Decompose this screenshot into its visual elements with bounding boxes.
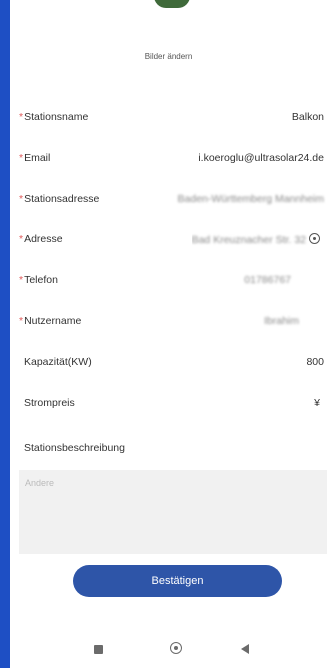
system-nav-bar	[10, 642, 327, 662]
label-text: Stationsadresse	[24, 193, 100, 205]
field-label: Kapazität(KW)	[24, 356, 92, 368]
field-label: *Stationsname	[19, 111, 88, 123]
station-picture[interactable]	[146, 0, 198, 22]
location-icon[interactable]	[309, 232, 320, 244]
field-adresse[interactable]: *Adresse Bad Kreuznacher Str. 32	[10, 229, 327, 249]
field-value: Bad Kreuznacher Str. 32	[191, 233, 306, 246]
station-edit-screen: Bilder ändern *Stationsname Balkon *Emai…	[10, 0, 327, 668]
confirm-button[interactable]: Bestätigen	[73, 565, 282, 597]
required-star: *	[19, 152, 24, 164]
label-text: Telefon	[24, 274, 58, 286]
field-value[interactable]: Baden-Württemberg Mannheim	[178, 193, 324, 205]
field-label: *Adresse	[19, 233, 63, 245]
required-star: *	[19, 274, 24, 286]
field-label: *Stationsadresse	[19, 193, 99, 205]
field-value[interactable]: ¥	[314, 397, 320, 409]
field-email[interactable]: *Email i.koeroglu@ultrasolar24.de	[10, 148, 327, 168]
field-telefon[interactable]: *Telefon 01786767	[10, 270, 327, 290]
field-label: *Telefon	[19, 274, 58, 286]
required-star: *	[19, 111, 24, 123]
description-label: Stationsbeschreibung	[24, 442, 125, 454]
field-strompreis[interactable]: Strompreis ¥	[10, 393, 327, 413]
required-star: *	[19, 193, 24, 205]
field-value[interactable]: Balkon	[292, 111, 324, 123]
field-stationsname[interactable]: *Stationsname Balkon	[10, 107, 327, 127]
field-label: *Nutzername	[19, 315, 81, 327]
label-text: Email	[24, 152, 51, 164]
required-star: *	[19, 233, 24, 245]
field-value[interactable]: Ibrahim	[264, 315, 299, 327]
nav-square-icon[interactable]	[94, 645, 103, 654]
plant-image	[154, 0, 190, 8]
field-label: Strompreis	[24, 397, 75, 409]
nav-back-icon[interactable]	[241, 644, 249, 654]
field-label: *Email	[19, 152, 50, 164]
label-text: Stationsname	[24, 111, 89, 123]
field-value[interactable]: 800	[306, 356, 324, 368]
change-picture-link[interactable]: Bilder ändern	[10, 52, 327, 61]
required-star: *	[19, 315, 24, 327]
field-value[interactable]: i.koeroglu@ultrasolar24.de	[198, 152, 324, 164]
field-value[interactable]: 01786767	[244, 274, 291, 286]
nav-home-icon[interactable]	[170, 642, 182, 654]
field-nutzername[interactable]: *Nutzername Ibrahim	[10, 311, 327, 331]
field-stationsadresse[interactable]: *Stationsadresse Baden-Württemberg Mannh…	[10, 189, 327, 209]
field-kapazitaet[interactable]: Kapazität(KW) 800	[10, 352, 327, 372]
field-value-wrap[interactable]: Bad Kreuznacher Str. 32	[191, 232, 320, 246]
label-text: Adresse	[24, 233, 63, 245]
description-input[interactable]: Andere	[19, 470, 327, 554]
label-text: Nutzername	[24, 315, 82, 327]
